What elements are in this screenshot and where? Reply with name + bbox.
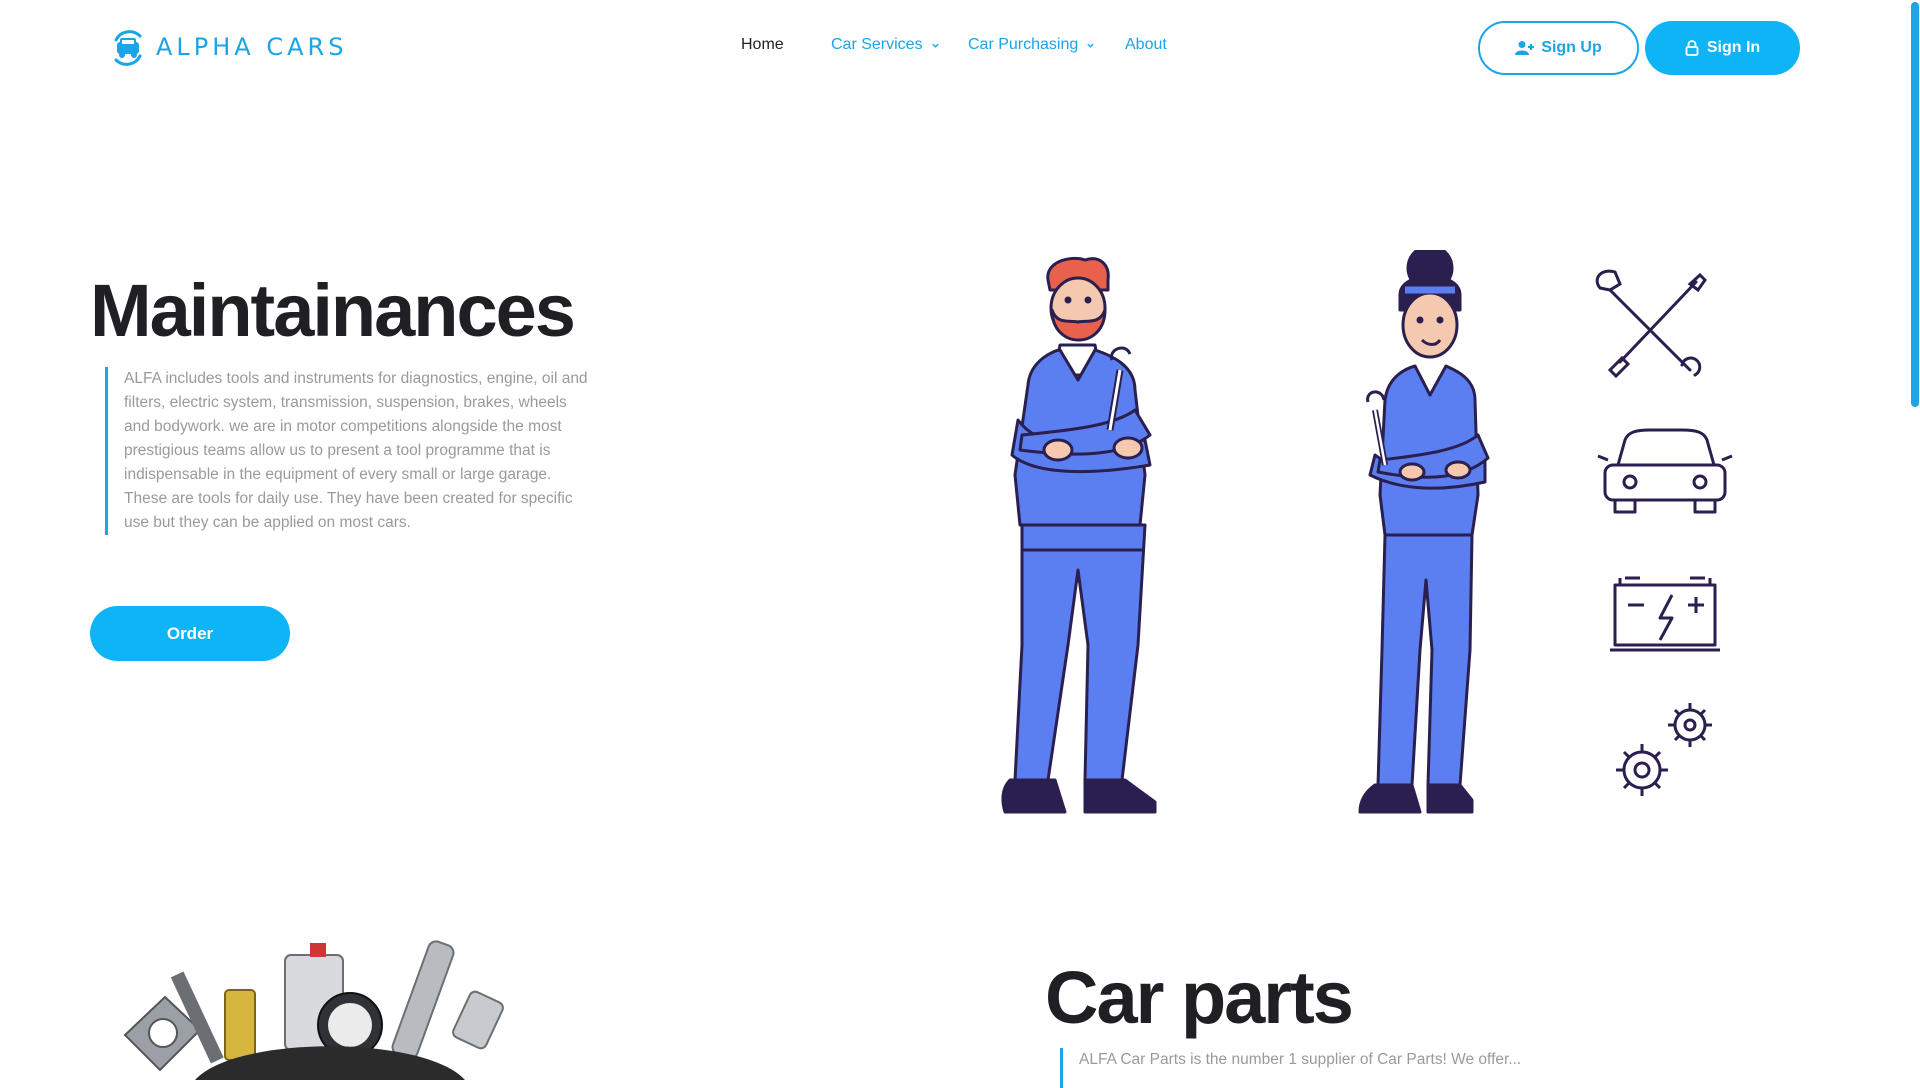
- nav-item-car-purchasing[interactable]: Car Purchasing: [968, 36, 1095, 54]
- male-mechanic-figure: [1001, 256, 1157, 814]
- lock-icon: [1685, 40, 1699, 56]
- battery-icon: [1610, 576, 1720, 652]
- mechanics-illustration: [1001, 250, 1733, 814]
- nav-label: About: [1125, 36, 1167, 53]
- nav-item-car-services[interactable]: Car Services: [831, 36, 940, 54]
- hero-description: ALFA includes tools and instruments for …: [105, 367, 594, 535]
- sign-up-button[interactable]: Sign Up: [1478, 21, 1639, 75]
- gears-icon: [1616, 703, 1712, 796]
- car-parts-image: [123, 940, 504, 1080]
- sign-in-button[interactable]: Sign In: [1645, 21, 1800, 75]
- nav-label: Car Purchasing: [968, 36, 1079, 53]
- nav-item-about[interactable]: About: [1125, 36, 1167, 54]
- scrollbar-thumb[interactable]: [1911, 2, 1919, 407]
- order-button[interactable]: Order: [90, 606, 290, 661]
- hero-title: Maintainances: [90, 269, 576, 352]
- chevron-down-icon: [1087, 43, 1094, 48]
- parts-title: Car parts: [1045, 956, 1354, 1039]
- wrench-screwdriver-icon: [1595, 269, 1707, 379]
- chevron-down-icon: [931, 43, 939, 48]
- parts-description: ALFA Car Parts is the number 1 supplier …: [1060, 1048, 1539, 1088]
- nav-label: Home: [741, 36, 784, 53]
- car-icon: [1597, 428, 1733, 514]
- female-mechanic-figure: [1358, 250, 1490, 814]
- page: ALPHA CARS Home Car Services Car Purchas…: [0, 0, 1920, 1088]
- user-plus-icon: [1515, 41, 1535, 55]
- nav-item-home[interactable]: Home: [741, 36, 784, 54]
- order-label: Order: [166, 623, 214, 643]
- sign-up-label: Sign Up: [1541, 39, 1602, 56]
- sign-in-label: Sign In: [1706, 39, 1761, 56]
- nav-label: Car Services: [831, 36, 923, 53]
